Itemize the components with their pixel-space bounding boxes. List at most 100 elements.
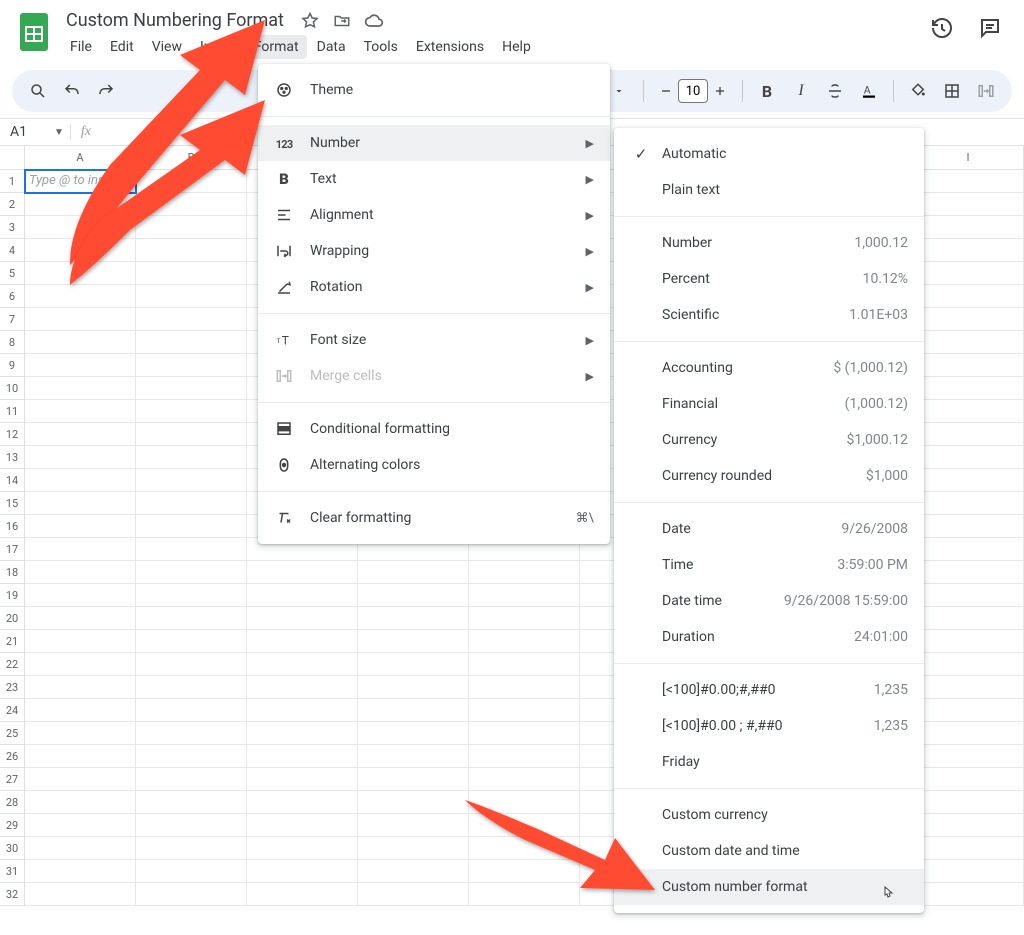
menu-format[interactable]: Format <box>246 35 307 59</box>
submenu-item-percent[interactable]: Percent 10.12% <box>614 261 924 297</box>
submenu-item-custom-number-format[interactable]: Custom number format <box>614 869 924 905</box>
cell[interactable] <box>25 285 136 308</box>
menu-item-wrapping[interactable]: Wrapping ▶ <box>258 233 610 269</box>
cell[interactable] <box>136 883 247 906</box>
cell[interactable] <box>469 653 580 676</box>
cell[interactable] <box>25 193 136 216</box>
submenu-item-currency[interactable]: Currency $1,000.12 <box>614 422 924 458</box>
row-header[interactable]: 6 <box>0 285 25 308</box>
name-box-caret-icon[interactable]: ▼ <box>48 127 70 138</box>
menu-tools[interactable]: Tools <box>356 35 406 59</box>
fill-color-button[interactable] <box>904 77 932 105</box>
cell[interactable] <box>358 607 469 630</box>
menu-item-fontsize[interactable]: TT Font size ▶ <box>258 322 610 358</box>
cell[interactable] <box>247 745 358 768</box>
menu-extensions[interactable]: Extensions <box>408 35 492 59</box>
decrease-font-size-button[interactable] <box>654 77 678 105</box>
cell[interactable] <box>25 354 136 377</box>
cell[interactable] <box>136 607 247 630</box>
cell[interactable] <box>136 860 247 883</box>
cell[interactable] <box>469 745 580 768</box>
cell[interactable] <box>913 492 1024 515</box>
cell[interactable] <box>469 814 580 837</box>
document-title[interactable]: Custom Numbering Format <box>62 8 288 33</box>
cell[interactable] <box>136 676 247 699</box>
cell[interactable] <box>358 791 469 814</box>
cell[interactable] <box>136 837 247 860</box>
bold-button[interactable]: B <box>753 77 781 105</box>
cell[interactable] <box>136 492 247 515</box>
increase-font-size-button[interactable] <box>708 77 732 105</box>
cell[interactable] <box>469 561 580 584</box>
menu-item-rotation[interactable]: Rotation ▶ <box>258 269 610 305</box>
merge-cells-button[interactable] <box>972 77 1000 105</box>
cell[interactable] <box>136 814 247 837</box>
cell[interactable] <box>358 561 469 584</box>
cell[interactable] <box>25 837 136 860</box>
text-color-button[interactable]: A <box>855 77 883 105</box>
cell[interactable] <box>136 446 247 469</box>
cell[interactable] <box>469 630 580 653</box>
row-header[interactable]: 32 <box>0 883 25 906</box>
menu-item-number[interactable]: 123 Number ▶ <box>258 125 610 161</box>
cell[interactable] <box>136 170 247 193</box>
cell[interactable] <box>247 860 358 883</box>
cell[interactable] <box>913 630 1024 653</box>
cell[interactable] <box>25 262 136 285</box>
cell[interactable] <box>136 561 247 584</box>
cell[interactable] <box>358 630 469 653</box>
cell[interactable] <box>247 653 358 676</box>
cell[interactable] <box>25 722 136 745</box>
row-header[interactable]: 9 <box>0 354 25 377</box>
cell[interactable] <box>25 768 136 791</box>
cell[interactable] <box>913 722 1024 745</box>
cell[interactable] <box>25 446 136 469</box>
submenu-item-customfmt1[interactable]: [<100]#0.00;#,##0 1,235 <box>614 672 924 708</box>
cell[interactable] <box>25 584 136 607</box>
cell[interactable] <box>913 814 1024 837</box>
cell[interactable] <box>247 768 358 791</box>
cell[interactable] <box>25 239 136 262</box>
cell[interactable] <box>913 400 1024 423</box>
menu-view[interactable]: View <box>144 35 190 59</box>
row-header[interactable]: 18 <box>0 561 25 584</box>
cell[interactable] <box>25 331 136 354</box>
cell[interactable] <box>25 561 136 584</box>
cell[interactable] <box>913 699 1024 722</box>
cell[interactable] <box>913 607 1024 630</box>
menu-item-clear-formatting[interactable]: Clear formatting ⌘\ <box>258 500 610 536</box>
cell[interactable] <box>136 331 247 354</box>
submenu-item-custom-datetime[interactable]: Custom date and time <box>614 833 924 869</box>
cell[interactable] <box>136 745 247 768</box>
cell[interactable] <box>913 377 1024 400</box>
submenu-item-plaintext[interactable]: Plain text <box>614 172 924 208</box>
row-header[interactable]: 25 <box>0 722 25 745</box>
cell[interactable] <box>358 722 469 745</box>
submenu-item-custom-currency[interactable]: Custom currency <box>614 797 924 833</box>
row-header[interactable]: 2 <box>0 193 25 216</box>
cell[interactable] <box>358 860 469 883</box>
submenu-item-scientific[interactable]: Scientific 1.01E+03 <box>614 297 924 333</box>
cell[interactable] <box>469 607 580 630</box>
cell[interactable] <box>25 653 136 676</box>
cell[interactable] <box>25 423 136 446</box>
cell[interactable] <box>913 791 1024 814</box>
submenu-item-customfmt2[interactable]: [<100]#0.00 ; #,##0 1,235 <box>614 708 924 744</box>
redo-icon[interactable] <box>92 77 120 105</box>
column-header[interactable]: A <box>25 146 136 169</box>
name-box[interactable]: A1 <box>0 124 48 140</box>
strikethrough-button[interactable] <box>821 77 849 105</box>
row-header[interactable]: 15 <box>0 492 25 515</box>
row-header[interactable]: 29 <box>0 814 25 837</box>
cell[interactable] <box>358 837 469 860</box>
cell[interactable] <box>136 193 247 216</box>
cell[interactable] <box>25 676 136 699</box>
cell[interactable] <box>247 883 358 906</box>
cell[interactable] <box>913 308 1024 331</box>
menu-file[interactable]: File <box>62 35 100 59</box>
search-icon[interactable] <box>24 77 52 105</box>
cell[interactable] <box>913 561 1024 584</box>
submenu-item-time[interactable]: Time 3:59:00 PM <box>614 547 924 583</box>
sheets-logo-icon[interactable] <box>14 8 54 56</box>
cell[interactable] <box>469 722 580 745</box>
